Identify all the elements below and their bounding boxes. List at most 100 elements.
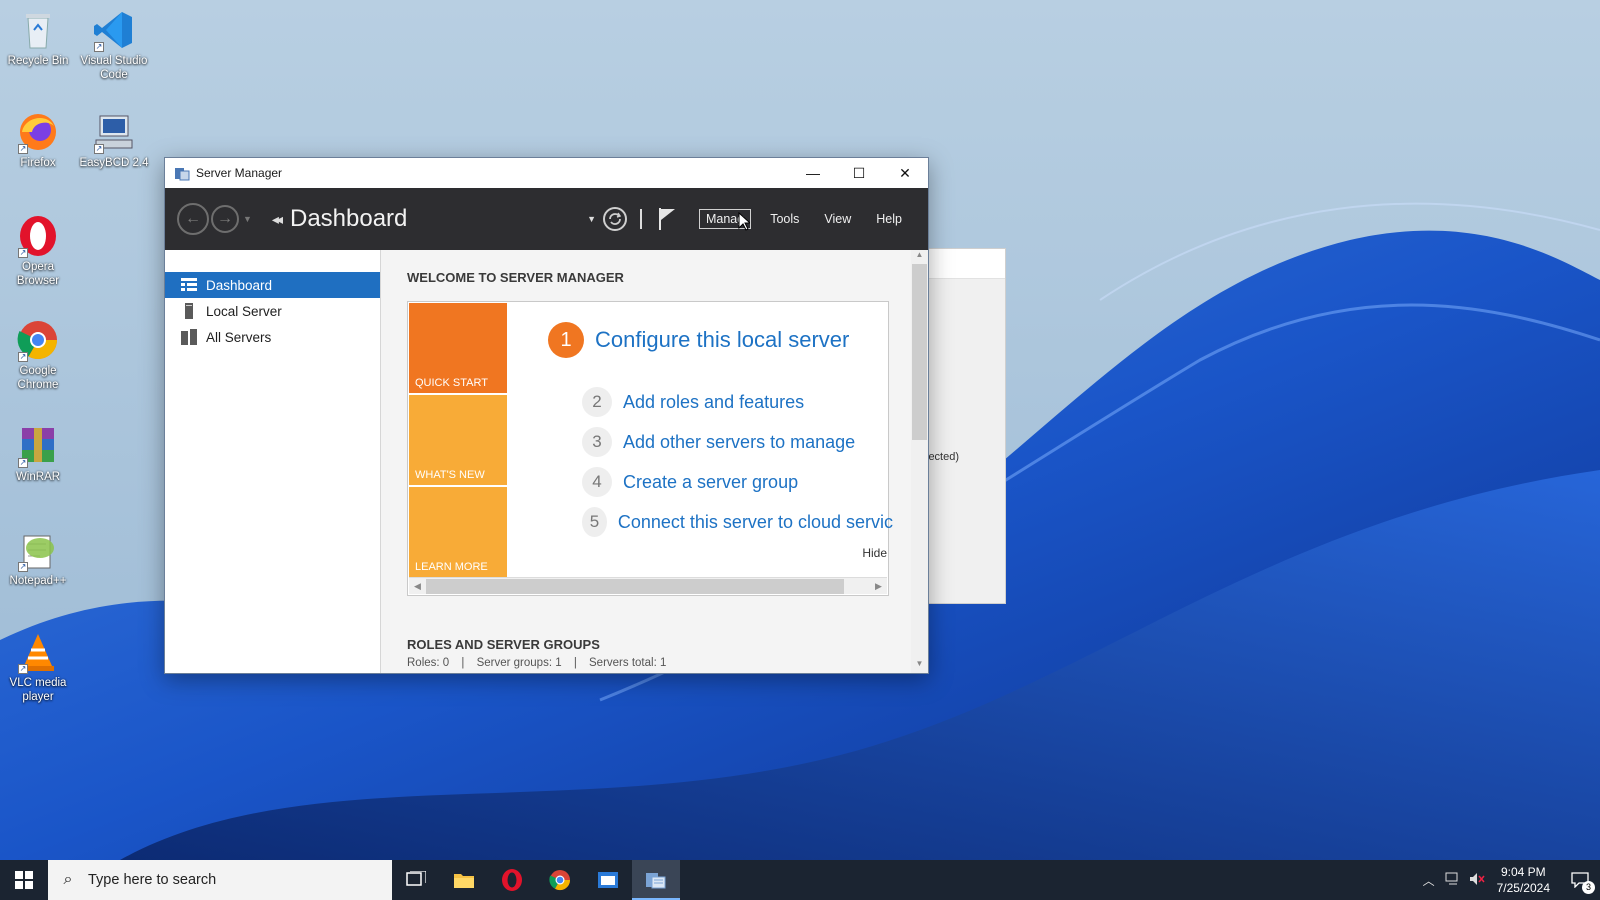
title-bar[interactable]: Server Manager — ☐ ✕ [165, 158, 928, 188]
desktop-icon-easybcd[interactable]: ↗ EasyBCD 2.4 [76, 110, 152, 170]
desktop-icon-vscode[interactable]: ↗ Visual Studio Code [76, 8, 152, 82]
horizontal-scrollbar[interactable]: ◀ ▶ [409, 577, 887, 594]
desktop-icon-label: Firefox [20, 157, 56, 169]
sidebar-item-all-servers[interactable]: All Servers [165, 324, 380, 350]
clock-date: 7/25/2024 [1496, 881, 1550, 895]
desktop-icon-label: Visual Studio Code [80, 55, 148, 81]
step-link[interactable]: Connect this server to cloud servic [618, 512, 893, 533]
start-button[interactable] [0, 860, 48, 900]
action-center-button[interactable]: 3 [1560, 860, 1600, 900]
background-window[interactable]: lected) [925, 248, 1006, 604]
desktop-icon-recycle-bin[interactable]: Recycle Bin [0, 8, 76, 68]
vertical-scrollbar[interactable]: ▲ ▼ [911, 250, 928, 673]
vertical-scroll-thumb[interactable] [912, 264, 927, 440]
servers-icon [181, 329, 197, 345]
sidebar-item-dashboard[interactable]: Dashboard [165, 272, 380, 298]
taskbar-opera[interactable] [488, 860, 536, 900]
welcome-tile-panel: QUICK START WHAT'S NEW LEARN MORE 1 Conf… [407, 301, 893, 596]
volume-muted-icon[interactable] [1465, 872, 1489, 889]
tile-label: WHAT'S NEW [415, 469, 485, 481]
scroll-up-icon[interactable]: ▲ [911, 250, 928, 264]
window-title: Server Manager [196, 166, 283, 180]
breadcrumb-dropdown-icon[interactable]: ▼ [587, 214, 596, 224]
summary-separator: | [573, 657, 577, 669]
network-icon[interactable] [1441, 872, 1465, 889]
desktop-icon-firefox[interactable]: ↗ Firefox [0, 110, 76, 170]
step-number: 1 [548, 322, 584, 358]
desktop-icon-label: Notepad++ [9, 575, 67, 587]
tile-learn-more[interactable]: LEARN MORE [409, 487, 507, 577]
breadcrumb-arrow-icon: ◂◂ [271, 210, 283, 227]
opera-icon: ↗ [16, 214, 60, 258]
notifications-button[interactable] [656, 206, 678, 232]
taskbar-chrome[interactable] [536, 860, 584, 900]
horizontal-scroll-thumb[interactable] [426, 578, 844, 594]
history-dropdown-icon[interactable]: ▼ [243, 214, 252, 224]
server-manager-icon [646, 873, 666, 889]
refresh-button[interactable] [602, 206, 628, 232]
summary-separator: | [461, 657, 465, 669]
desktop-icon-chrome[interactable]: ↗ Google Chrome [0, 318, 76, 392]
forward-button[interactable]: → [211, 205, 239, 233]
taskbar-app-window[interactable] [584, 860, 632, 900]
server-manager-toolbar: ← → ▼ ◂◂ Dashboard ▼ Manag Tools View He… [165, 188, 928, 250]
tile-whats-new[interactable]: WHAT'S NEW [409, 395, 507, 485]
step-configure-local-server[interactable]: 1 Configure this local server [548, 322, 893, 358]
step-number: 3 [582, 427, 612, 457]
step-add-servers[interactable]: 3 Add other servers to manage [582, 422, 893, 462]
step-link[interactable]: Add roles and features [623, 392, 804, 413]
step-number: 2 [582, 387, 612, 417]
chevron-up-icon[interactable]: ︿ [1417, 872, 1441, 889]
background-window-header [926, 249, 1005, 279]
step-link[interactable]: Create a server group [623, 472, 798, 493]
chrome-icon [549, 870, 571, 891]
desktop-icon-vlc[interactable]: ↗ VLC media player [0, 630, 76, 704]
scroll-left-icon[interactable]: ◀ [409, 581, 426, 592]
task-view-button[interactable] [392, 860, 440, 900]
tile-quick-start[interactable]: QUICK START [409, 303, 507, 393]
close-button[interactable]: ✕ [882, 158, 928, 188]
scroll-down-icon[interactable]: ▼ [911, 659, 928, 673]
step-link[interactable]: Configure this local server [595, 327, 849, 353]
server-manager-body: Dashboard Local Server All Servers WELCO… [165, 250, 928, 673]
sidebar-item-label: Local Server [206, 303, 282, 319]
desktop-icon-opera[interactable]: ↗ Opera Browser [0, 214, 76, 288]
taskbar-file-explorer[interactable] [440, 860, 488, 900]
desktop-icon-label: Google Chrome [17, 365, 59, 391]
notepadpp-icon: ↗ [16, 528, 60, 572]
hide-link[interactable]: Hide [862, 546, 887, 560]
main-content: WELCOME TO SERVER MANAGER QUICK START WH… [381, 250, 928, 673]
sidebar-item-label: All Servers [206, 329, 272, 345]
taskbar-search-box[interactable]: ⌕ Type here to search [48, 860, 392, 900]
desktop-icon-notepadpp[interactable]: ↗ Notepad++ [0, 528, 76, 588]
vlc-icon: ↗ [16, 630, 60, 674]
flag-icon [658, 208, 675, 230]
search-placeholder: Type here to search [88, 872, 217, 888]
step-connect-cloud[interactable]: 5 Connect this server to cloud servic [582, 502, 893, 542]
recycle-bin-icon [16, 8, 60, 52]
arrow-right-icon: → [217, 210, 233, 227]
search-icon: ⌕ [63, 871, 73, 888]
taskbar-clock[interactable]: 9:04 PM 7/25/2024 [1497, 864, 1550, 896]
desktop-icon-label: Opera Browser [16, 261, 60, 287]
notification-badge: 3 [1582, 881, 1595, 894]
file-explorer-icon [454, 874, 474, 888]
back-button[interactable]: ← [177, 203, 209, 235]
minimize-button[interactable]: — [790, 158, 836, 188]
desktop-icon-winrar[interactable]: ↗ WinRAR [0, 424, 76, 484]
step-link[interactable]: Add other servers to manage [623, 432, 855, 453]
scroll-right-icon[interactable]: ▶ [870, 581, 887, 592]
taskbar-server-manager[interactable] [632, 860, 680, 900]
quick-start-steps: 1 Configure this local server 2 Add role… [548, 322, 893, 572]
server-manager-window[interactable]: Server Manager — ☐ ✕ ← → ▼ ◂◂ Dashboard … [164, 157, 929, 674]
clock-time: 9:04 PM [1500, 865, 1546, 879]
server-groups-count: Server groups: 1 [476, 657, 562, 669]
maximize-button[interactable]: ☐ [836, 158, 882, 188]
step-create-server-group[interactable]: 4 Create a server group [582, 462, 893, 502]
menu-help[interactable]: Help [870, 210, 908, 228]
sidebar-item-local-server[interactable]: Local Server [165, 298, 380, 324]
step-add-roles[interactable]: 2 Add roles and features [582, 382, 893, 422]
menu-view[interactable]: View [818, 210, 857, 228]
menu-tools[interactable]: Tools [764, 210, 805, 228]
task-view-icon [406, 871, 426, 886]
